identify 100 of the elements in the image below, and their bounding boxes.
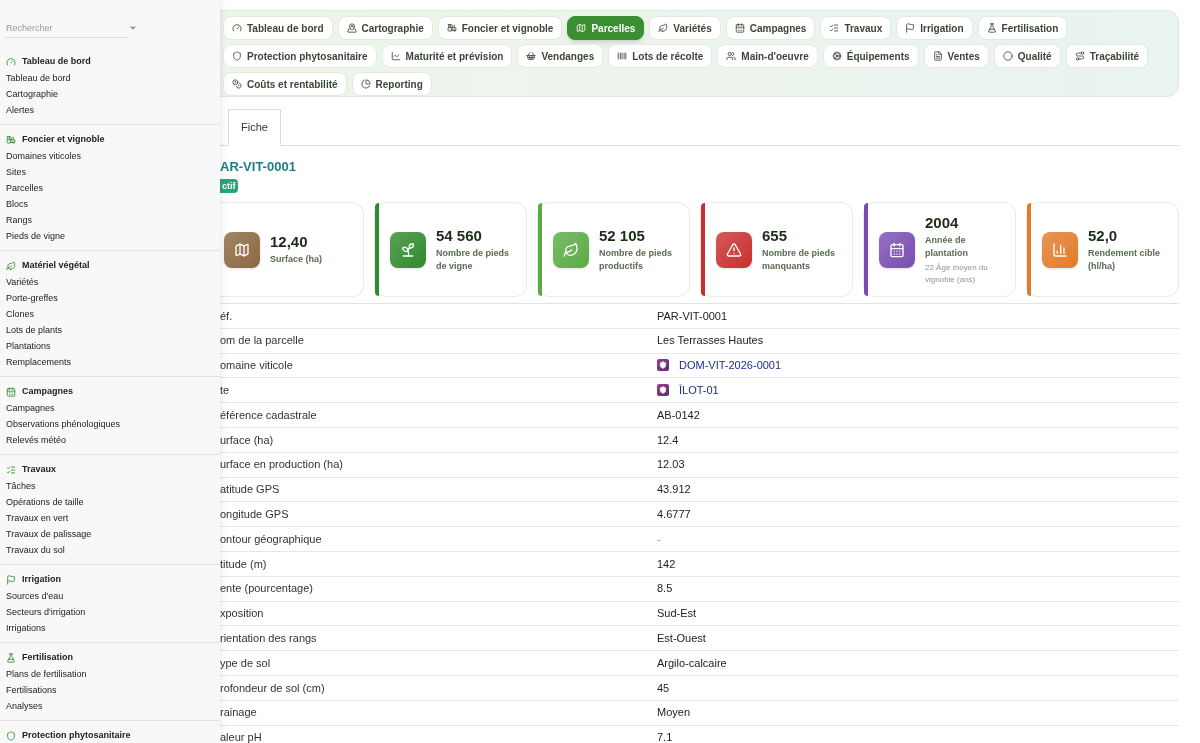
users-icon [726,51,737,61]
menu-group-heading: Fertilisation [22,651,73,665]
pie-chart-icon [360,79,371,89]
menu-item[interactable]: Campagnes [0,400,190,416]
menu-item[interactable]: Rangs [0,212,190,228]
menu-group-heading: Protection phytosanitaire [22,729,131,743]
field-label: éférence cadastrale [220,407,318,423]
module-tab[interactable]: Protection phytosanitaire [223,44,377,68]
stat-note: 22 Âge moyen du vignoble (ans) [925,261,989,286]
field-value: Moyen [657,705,691,721]
stat-value: 2004 [925,213,960,232]
calendar-icon [879,231,915,268]
record-link[interactable]: ÎLOT-01 [679,382,719,399]
field-label: titude (m) [220,556,268,572]
search-field[interactable]: Rechercher [5,18,128,38]
menu-item[interactable]: Domaines viticoles [0,148,190,164]
module-tab[interactable]: Vendanges [517,44,604,68]
module-tab[interactable]: Campagnes [725,16,816,40]
checklist-icon [6,465,16,475]
leaf-icon [658,23,669,33]
field-value: 4.6777 [657,507,691,522]
menu-item[interactable]: Tâches [0,478,190,494]
module-tab[interactable]: Variétés [649,16,721,40]
menu-item[interactable]: Travaux de palissage [0,526,190,542]
module-tab[interactable]: Fertilisation [977,16,1068,40]
flask-icon [986,23,997,33]
menu-group-heading: Campagnes [22,385,74,399]
leaf-icon [6,261,16,271]
field-label: éf. [220,308,234,324]
module-tab[interactable]: Main-d'oeuvre [717,44,818,68]
menu-item[interactable]: Sites [0,164,190,180]
module-tab[interactable]: Équipements [822,44,919,68]
record-link[interactable]: DOM-VIT-2026-0001 [679,357,782,374]
menu-item[interactable]: Plantations [0,338,190,354]
field-value: Argilo-calcaire [657,655,727,671]
calendar-icon [734,23,745,33]
menu-item[interactable]: Parcelles [0,180,190,196]
stat-value: 12,40 [270,233,309,251]
module-tab[interactable]: Qualité [993,44,1061,68]
module-tab[interactable]: Parcelles [567,16,645,40]
field-value: 43.912 [657,482,691,498]
module-tab[interactable]: Maturité et prévision [381,44,513,68]
menu-item[interactable]: Porte-greffes [0,290,190,306]
module-tab[interactable]: Irrigation [896,16,973,40]
menu-item[interactable]: Lots de plants [0,322,190,338]
stat-value: 655 [762,226,789,245]
module-tab[interactable]: Foncier et vignoble [437,16,563,40]
menu-item[interactable]: Travaux du sol [0,542,190,558]
field-value: AB-0142 [657,407,700,423]
module-tab[interactable]: Travaux [820,16,892,40]
field-label: aleur pH [220,730,263,743]
menu-item[interactable]: Irrigations [0,620,190,636]
field-value: Est-Ouest [657,631,706,646]
menu-group-heading: Irrigation [22,573,61,587]
stat-label: Surface (ha) [270,253,323,266]
menu-item[interactable]: Variétés [0,274,190,290]
shield-icon [6,731,16,741]
field-value: 45 [657,680,670,696]
module-tab[interactable]: Reporting [351,72,432,96]
menu-item[interactable]: Travaux en vert [0,510,190,526]
module-tab[interactable]: Lots de récolte [608,44,713,68]
module-tab[interactable]: Ventes [923,44,989,68]
field-label: atitude GPS [220,482,281,498]
menu-item[interactable]: Opérations de taille [0,494,190,510]
module-tab[interactable]: Traçabilité [1065,44,1149,68]
menu-item[interactable]: Analyses [0,698,190,714]
document-icon [932,51,943,61]
calendar-icon [6,387,16,397]
module-tab[interactable]: Coûts et rentabilité [223,72,347,96]
field-label: urface (ha) [220,432,275,448]
tractor-icon [6,135,16,145]
menu-item[interactable]: Secteurs d'irrigation [0,604,190,620]
menu-item[interactable]: Observations phénologiques [0,416,190,432]
field-label: omaine viticole [220,358,294,374]
field-label: xposition [220,606,265,622]
field-label: ongitude GPS [220,507,290,522]
shield-icon [657,384,669,397]
menu-item[interactable]: Tableau de bord [0,70,190,86]
menu-item[interactable]: Remplacements [0,354,190,370]
module-tab[interactable]: Tableau de bord [223,16,333,40]
field-label: ype de sol [220,655,272,671]
menu-item[interactable]: Fertilisations [0,682,190,698]
map-icon [576,23,587,33]
field-value: 8.5 [657,581,673,597]
route-icon [1074,51,1085,61]
menu-item[interactable]: Pieds de vigne [0,228,190,244]
shield-icon [657,359,669,372]
field-value: Sud-Est [657,606,697,622]
menu-item[interactable]: Sources d'eau [0,588,190,604]
module-tab[interactable]: Cartographie [337,16,433,40]
stat-label: Nombre de pieds manquants [762,246,836,273]
menu-item[interactable]: Plans de fertilisation [0,666,190,682]
field-label: rientation des rangs [220,631,318,646]
menu-item[interactable]: Alertes [0,102,190,118]
menu-item[interactable]: Cartographie [0,86,190,102]
menu-item[interactable]: Clones [0,306,190,322]
field-value: 12.4 [657,432,679,448]
menu-item[interactable]: Blocs [0,196,190,212]
tab[interactable]: Fiche [228,109,281,146]
menu-item[interactable]: Relevés météo [0,432,190,448]
